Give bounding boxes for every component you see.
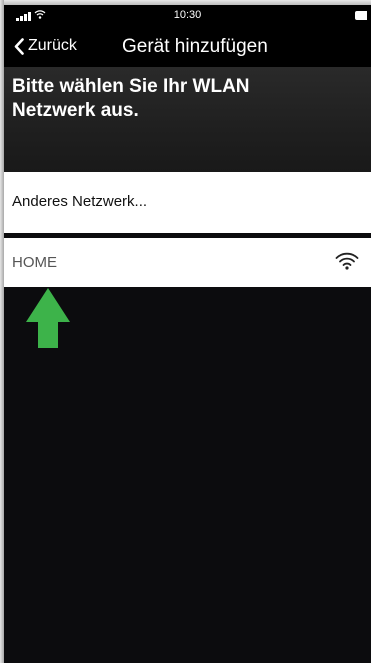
network-label: HOME [12,254,57,271]
app-screen: 10:30 Zurück Gerät hinzufügen Bitte wähl… [0,0,371,663]
instruction-header: Bitte wählen Sie Ihr WLAN Netzwerk aus. [4,67,371,172]
wifi-signal-icon [335,252,359,270]
network-row-other[interactable]: Anderes Netzwerk... [4,172,371,233]
navigation-bar: Zurück Gerät hinzufügen [4,27,371,67]
green-up-arrow-icon [26,288,70,348]
chevron-left-icon [14,37,24,55]
status-time: 10:30 [173,9,202,21]
back-button[interactable]: Zurück [14,37,77,55]
network-label: Anderes Netzwerk... [12,193,148,210]
battery-icon [355,11,367,20]
instruction-text: Bitte wählen Sie Ihr WLAN Netzwerk aus. [12,76,250,121]
back-button-label: Zurück [28,37,77,54]
page-title: Gerät hinzufügen [122,36,268,57]
status-bar: 10:30 [4,5,371,27]
network-row-home[interactable]: HOME [4,238,371,287]
